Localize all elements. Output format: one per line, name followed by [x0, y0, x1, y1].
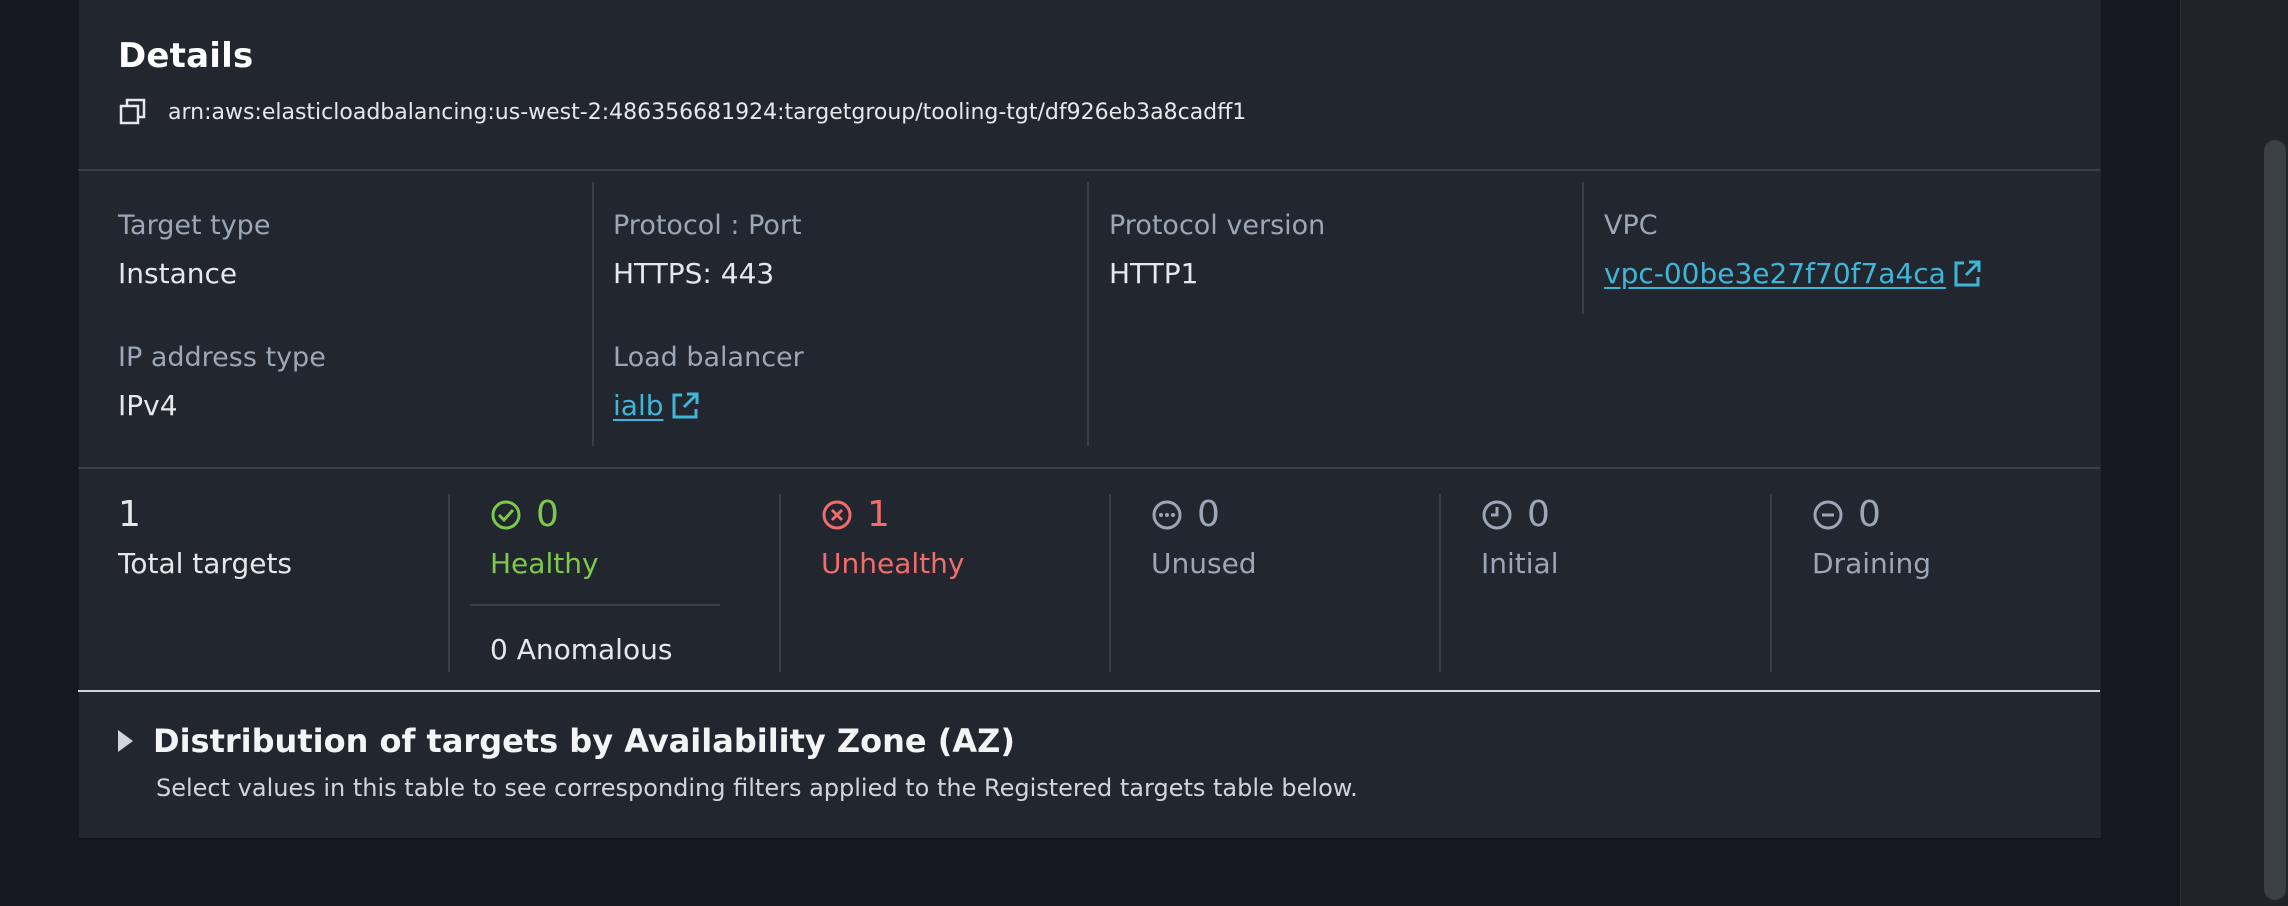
unhealthy-label[interactable]: Unhealthy: [821, 547, 964, 580]
vpc-link[interactable]: vpc-00be3e27f70f7a4ca: [1604, 257, 1982, 290]
column-divider: [1770, 494, 1772, 672]
arn-text: arn:aws:elasticloadbalancing:us-west-2:4…: [168, 99, 1247, 125]
external-link-icon[interactable]: [670, 391, 700, 421]
anomalous-text[interactable]: 0 Anomalous: [490, 633, 672, 666]
healthy-count[interactable]: 0: [490, 494, 559, 535]
clock-icon: [1481, 499, 1513, 531]
copy-icon[interactable]: [118, 97, 148, 127]
draining-count[interactable]: 0: [1812, 494, 1881, 535]
draining-label[interactable]: Draining: [1812, 547, 1931, 580]
healthy-label[interactable]: Healthy: [490, 547, 599, 580]
unhealthy-count[interactable]: 1: [821, 494, 890, 535]
protocol-version-value: HTTP1: [1109, 257, 1199, 290]
divider: [78, 467, 2100, 469]
load-balancer-link[interactable]: ialb: [613, 389, 700, 422]
minus-circle-icon: [1812, 499, 1844, 531]
unused-label[interactable]: Unused: [1151, 547, 1257, 580]
column-divider: [448, 494, 450, 672]
unused-count[interactable]: 0: [1151, 494, 1220, 535]
divider: [78, 169, 2100, 171]
distribution-title[interactable]: Distribution of targets by Availability …: [153, 722, 1015, 760]
vpc-link-text[interactable]: vpc-00be3e27f70f7a4ca: [1604, 257, 1946, 290]
unhealthy-count-value[interactable]: 1: [867, 494, 890, 535]
load-balancer-link-text[interactable]: ialb: [613, 389, 664, 422]
column-divider: [1439, 494, 1441, 672]
total-targets-count-value: 1: [118, 494, 141, 535]
target-type-value: Instance: [118, 257, 238, 290]
distribution-toggle[interactable]: Distribution of targets by Availability …: [118, 722, 1015, 760]
ip-address-type-value: IPv4: [118, 389, 178, 422]
distribution-description: Select values in this table to see corre…: [156, 774, 1358, 802]
protocol-port-value: HTTPS: 443: [613, 257, 775, 290]
column-divider: [592, 182, 594, 446]
scrollbar-thumb[interactable]: [2264, 140, 2286, 900]
target-type-label: Target type: [118, 210, 271, 241]
column-divider: [1087, 182, 1089, 446]
x-circle-icon: [821, 499, 853, 531]
column-divider: [1582, 182, 1584, 314]
column-divider: [779, 494, 781, 672]
initial-count[interactable]: 0: [1481, 494, 1550, 535]
check-circle-icon: [490, 499, 522, 531]
protocol-port-label: Protocol : Port: [613, 210, 802, 241]
column-divider: [1109, 494, 1111, 672]
total-targets-count: 1: [118, 494, 141, 535]
divider: [470, 604, 720, 606]
total-targets-label: Total targets: [118, 547, 293, 580]
initial-count-value[interactable]: 0: [1527, 494, 1550, 535]
initial-label[interactable]: Initial: [1481, 547, 1558, 580]
ip-address-type-label: IP address type: [118, 342, 326, 373]
load-balancer-label: Load balancer: [613, 342, 804, 373]
healthy-count-value[interactable]: 0: [536, 494, 559, 535]
draining-count-value[interactable]: 0: [1858, 494, 1881, 535]
unused-count-value[interactable]: 0: [1197, 494, 1220, 535]
external-link-icon[interactable]: [1952, 259, 1982, 289]
protocol-version-label: Protocol version: [1109, 210, 1326, 241]
vpc-label: VPC: [1604, 210, 1658, 241]
ellipsis-circle-icon: [1151, 499, 1183, 531]
details-title: Details: [118, 36, 254, 76]
divider: [78, 690, 2100, 692]
arn-row: arn:aws:elasticloadbalancing:us-west-2:4…: [118, 96, 1246, 128]
caret-right-icon[interactable]: [118, 730, 133, 752]
